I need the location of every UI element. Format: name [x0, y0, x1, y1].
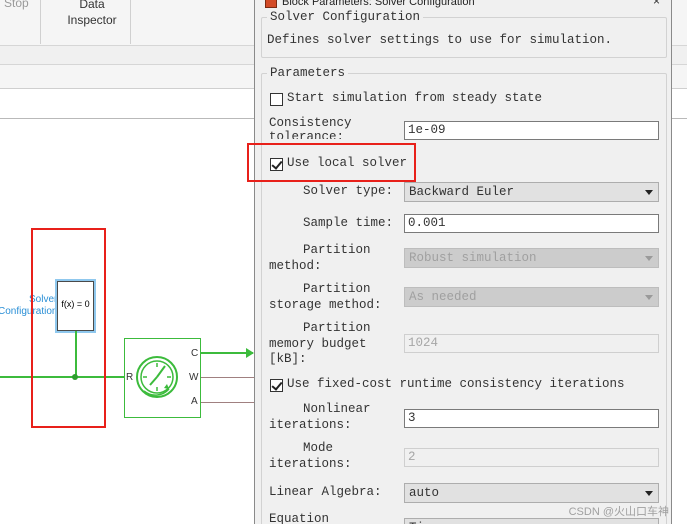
data-inspector-button[interactable]: Data Inspector	[60, 0, 124, 28]
consistency-tolerance-label-1: Consistency	[269, 116, 352, 130]
watermark: CSDN @火山口车神	[568, 506, 669, 518]
port-label-a: A	[191, 396, 198, 407]
port-label-c: C	[191, 348, 199, 359]
port-label-w: W	[189, 372, 199, 383]
nonlinear-iterations-label-1: Nonlinear	[303, 402, 371, 416]
linear-algebra-dropdown[interactable]: auto	[404, 483, 659, 503]
highlight-box-local-solver	[247, 143, 416, 182]
close-icon[interactable]: ×	[653, 0, 660, 8]
toolstrip-separator	[40, 0, 41, 44]
fixed-cost-label: Use fixed-cost runtime consistency itera…	[287, 377, 625, 391]
block-description: Defines solver settings to use for simul…	[267, 33, 613, 47]
simulink-app-icon	[265, 0, 277, 8]
chevron-down-icon	[645, 190, 653, 195]
partition-memory-label-2: memory budget	[269, 337, 367, 351]
partition-storage-value: As needed	[409, 290, 477, 304]
steady-state-label: Start simulation from steady state	[287, 91, 543, 105]
nonlinear-iterations-label-2: iterations:	[269, 418, 352, 432]
mode-iterations-input[interactable]: 2	[404, 448, 659, 467]
partition-method-label-2: method:	[269, 259, 322, 273]
steady-state-checkbox[interactable]	[270, 93, 283, 106]
sample-time-label: Sample time:	[303, 216, 394, 230]
block-parameters-dialog: Block Parameters: Solver Configuration ×…	[254, 0, 672, 524]
mode-iterations-label-2: iterations:	[269, 457, 352, 471]
partition-memory-input[interactable]: 1024	[404, 334, 659, 353]
partition-memory-label-3: [kB]:	[269, 352, 307, 366]
linear-algebra-label: Linear Algebra:	[269, 485, 382, 499]
chevron-down-icon	[645, 256, 653, 261]
chevron-down-icon	[645, 491, 653, 496]
signal-line[interactable]	[201, 377, 254, 378]
consistency-tolerance-input[interactable]: 1e-09	[404, 121, 659, 140]
partition-storage-label-1: Partition	[303, 282, 371, 296]
partition-method-label-1: Partition	[303, 243, 371, 257]
sample-time-input[interactable]: 0.001	[404, 214, 659, 233]
chevron-down-icon	[645, 295, 653, 300]
partition-method-value: Robust simulation	[409, 251, 537, 265]
partition-storage-label-2: storage method:	[269, 298, 382, 312]
fixed-cost-checkbox[interactable]	[270, 379, 283, 392]
solver-type-dropdown[interactable]: Backward Euler	[404, 182, 659, 202]
group-legend: Solver Configuration	[270, 10, 421, 24]
solver-type-value: Backward Euler	[409, 185, 515, 199]
linear-algebra-value: auto	[409, 486, 440, 500]
equation-formulation-label: Equation	[269, 512, 330, 524]
nonlinear-iterations-input[interactable]: 3	[404, 409, 659, 428]
partition-memory-label-1: Partition	[303, 321, 371, 335]
consistency-tolerance-label-2: tolerance:	[269, 130, 345, 139]
stop-button[interactable]: Stop	[4, 0, 29, 10]
highlight-box-solver-block	[31, 228, 106, 428]
dialog-title: Block Parameters: Solver Configuration	[282, 0, 475, 8]
toolstrip-separator	[130, 0, 131, 44]
arrow-head-icon	[246, 348, 254, 358]
group-legend: Parameters	[270, 66, 346, 80]
partition-method-dropdown[interactable]: Robust simulation	[404, 248, 659, 268]
partition-storage-dropdown[interactable]: As needed	[404, 287, 659, 307]
ideal-rotational-motion-sensor-block[interactable]: R C W A	[124, 338, 201, 418]
mode-iterations-label-1: Mode	[303, 441, 334, 455]
port-label-r: R	[126, 372, 134, 383]
solver-type-label: Solver type:	[303, 184, 394, 198]
signal-line[interactable]	[201, 402, 254, 403]
